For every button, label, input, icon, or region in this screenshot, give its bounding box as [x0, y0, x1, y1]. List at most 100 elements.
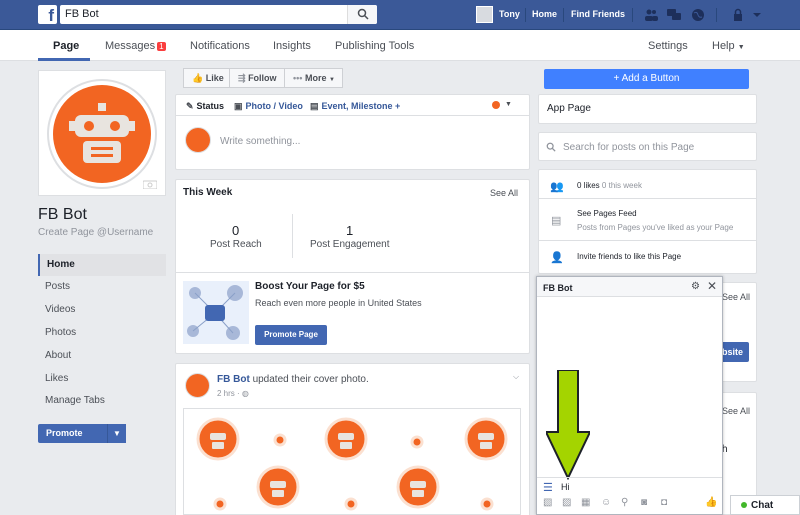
close-icon[interactable]: ✕ [707, 279, 717, 293]
chat-sidebar-tab[interactable]: Chat [730, 495, 800, 515]
chat-tab-label: Chat [751, 500, 774, 511]
post-timestamp[interactable]: 2 hrs · ◍ [217, 389, 249, 398]
robot-icon [69, 103, 135, 163]
sidebar-item-posts[interactable]: Posts [38, 276, 166, 298]
find-friends-link[interactable]: Find Friends [571, 9, 625, 19]
chat-header[interactable]: FB Bot ⚙ ✕ [537, 277, 722, 297]
globe-icon: ◍ [241, 389, 249, 398]
chat-message-input[interactable]: Hi [561, 482, 570, 492]
attachment-icon[interactable]: ⚲ [621, 497, 628, 508]
emoji-icon[interactable]: ☺ [601, 497, 611, 508]
pages-feed-subtext: Posts from Pages you've liked as your Pa… [577, 223, 734, 232]
thumbs-up-network-icon [187, 285, 243, 340]
search-button[interactable] [347, 5, 377, 24]
people-icon: 👥 [550, 181, 564, 193]
games-icon[interactable]: ◙ [641, 497, 647, 508]
caret-down-icon[interactable] [750, 8, 764, 22]
create-username-link[interactable]: Create Page @Username [38, 227, 153, 238]
messages-icon[interactable] [667, 8, 681, 22]
sidebar-item-manage-tabs[interactable]: Manage Tabs [38, 390, 166, 412]
pencil-icon: ✎ [186, 101, 194, 111]
top-bar: f FB Bot Tony Home Find Friends [0, 0, 800, 30]
tab-page[interactable]: Page [53, 40, 79, 52]
like-button[interactable]: 👍 Like [183, 68, 230, 88]
cover-photo[interactable] [183, 408, 521, 515]
see-all-link[interactable]: See All [722, 406, 750, 416]
active-tab-indicator [38, 58, 90, 61]
search-value: FB Bot [65, 8, 99, 20]
tab-settings[interactable]: Settings [648, 40, 688, 52]
tab-help[interactable]: Help ▼ [712, 40, 745, 52]
this-week-title: This Week [183, 187, 233, 198]
post-avatar[interactable] [185, 373, 210, 398]
chat-title: FB Bot [543, 283, 573, 293]
search-icon [546, 142, 556, 152]
composer-tab-event[interactable]: ▤ Event, Milestone + [310, 101, 400, 112]
home-link[interactable]: Home [532, 9, 557, 19]
more-button[interactable]: ••• More ▼ [284, 68, 343, 88]
profile-picture-frame[interactable] [38, 70, 166, 196]
see-all-link[interactable]: See All [490, 188, 518, 198]
user-name-link[interactable]: Tony [499, 9, 520, 19]
post-header: FB Bot updated their cover photo. [217, 374, 369, 385]
see-all-link[interactable]: See All [722, 292, 750, 302]
tab-notifications[interactable]: Notifications [190, 40, 250, 52]
image-icon[interactable]: ▧ [543, 497, 552, 508]
post-author-link[interactable]: FB Bot [217, 374, 250, 385]
sidebar-item-videos[interactable]: Videos [38, 299, 166, 321]
search-input[interactable]: FB Bot [60, 5, 377, 24]
online-status-icon [741, 502, 747, 508]
sidebar-item-about[interactable]: About [38, 345, 166, 367]
status-label: Status [196, 101, 225, 111]
follow-label: Follow [248, 73, 277, 83]
gear-icon[interactable]: ⚙ [691, 281, 700, 292]
composer-tab-photo-video[interactable]: ▣ Photo / Video [234, 101, 303, 112]
friend-requests-icon[interactable] [644, 8, 658, 22]
more-label: More [304, 73, 327, 83]
chevron-down-icon: ▼ [329, 77, 335, 83]
lock-icon[interactable] [731, 8, 745, 22]
facebook-logo[interactable]: f [38, 5, 57, 24]
camera-icon[interactable] [143, 179, 157, 189]
invite-friends-link[interactable]: Invite friends to like this Page [577, 252, 681, 261]
tab-help-label: Help [712, 40, 735, 52]
chevron-down-icon[interactable]: ⌵ [513, 372, 519, 382]
profile-picture [47, 79, 157, 189]
likes-summary: 0 likes 0 this week [577, 181, 642, 190]
page-avatar-selector[interactable] [492, 101, 500, 109]
sidebar-item-photos[interactable]: Photos [38, 322, 166, 344]
sticker-icon[interactable]: ▨ [562, 497, 571, 508]
chevron-down-icon[interactable]: ▼ [107, 424, 126, 443]
sidebar-item-likes[interactable]: Likes [38, 368, 166, 390]
composer-tab-status[interactable]: ✎ Status [186, 101, 224, 112]
follow-button[interactable]: ⇶ Follow [229, 68, 285, 88]
tab-insights[interactable]: Insights [273, 40, 311, 52]
messages-badge: 1 [157, 42, 166, 51]
divider [292, 214, 293, 258]
divider [632, 8, 633, 22]
boost-title: Boost Your Page for $5 [255, 281, 365, 292]
tab-messages[interactable]: Messages 1 [105, 40, 166, 52]
page-nav-bar: Page Messages 1 Notifications Insights Pu… [0, 30, 800, 61]
add-a-button[interactable]: + Add a Button [544, 69, 749, 89]
post-reach-label: Post Reach [210, 239, 262, 250]
page-search-input[interactable]: Search for posts on this Page [563, 142, 694, 153]
follow-icon: ⇶ [238, 73, 246, 83]
sidebar-item-home[interactable]: Home [38, 254, 166, 276]
chevron-down-icon[interactable]: ▼ [505, 101, 512, 108]
gif-icon[interactable]: ▦ [581, 497, 590, 508]
likes-week: 0 this week [601, 181, 642, 190]
composer-input[interactable]: Write something... [220, 136, 300, 147]
website-button-label: bsite [721, 347, 743, 357]
tab-publishing-tools[interactable]: Publishing Tools [335, 40, 414, 52]
more-icon: ••• [293, 73, 303, 83]
thumbs-up-icon[interactable]: 👍 [705, 497, 717, 508]
notifications-globe-icon[interactable] [691, 8, 705, 22]
see-pages-feed-link[interactable]: See Pages Feed [577, 209, 637, 218]
likes-count: 0 likes [577, 181, 600, 190]
divider [525, 8, 526, 22]
search-icon [357, 8, 369, 20]
menu-icon[interactable]: ☰ [543, 481, 553, 494]
promote-page-button[interactable]: Promote Page [255, 325, 327, 345]
camera-icon[interactable]: ◘ [661, 497, 667, 508]
